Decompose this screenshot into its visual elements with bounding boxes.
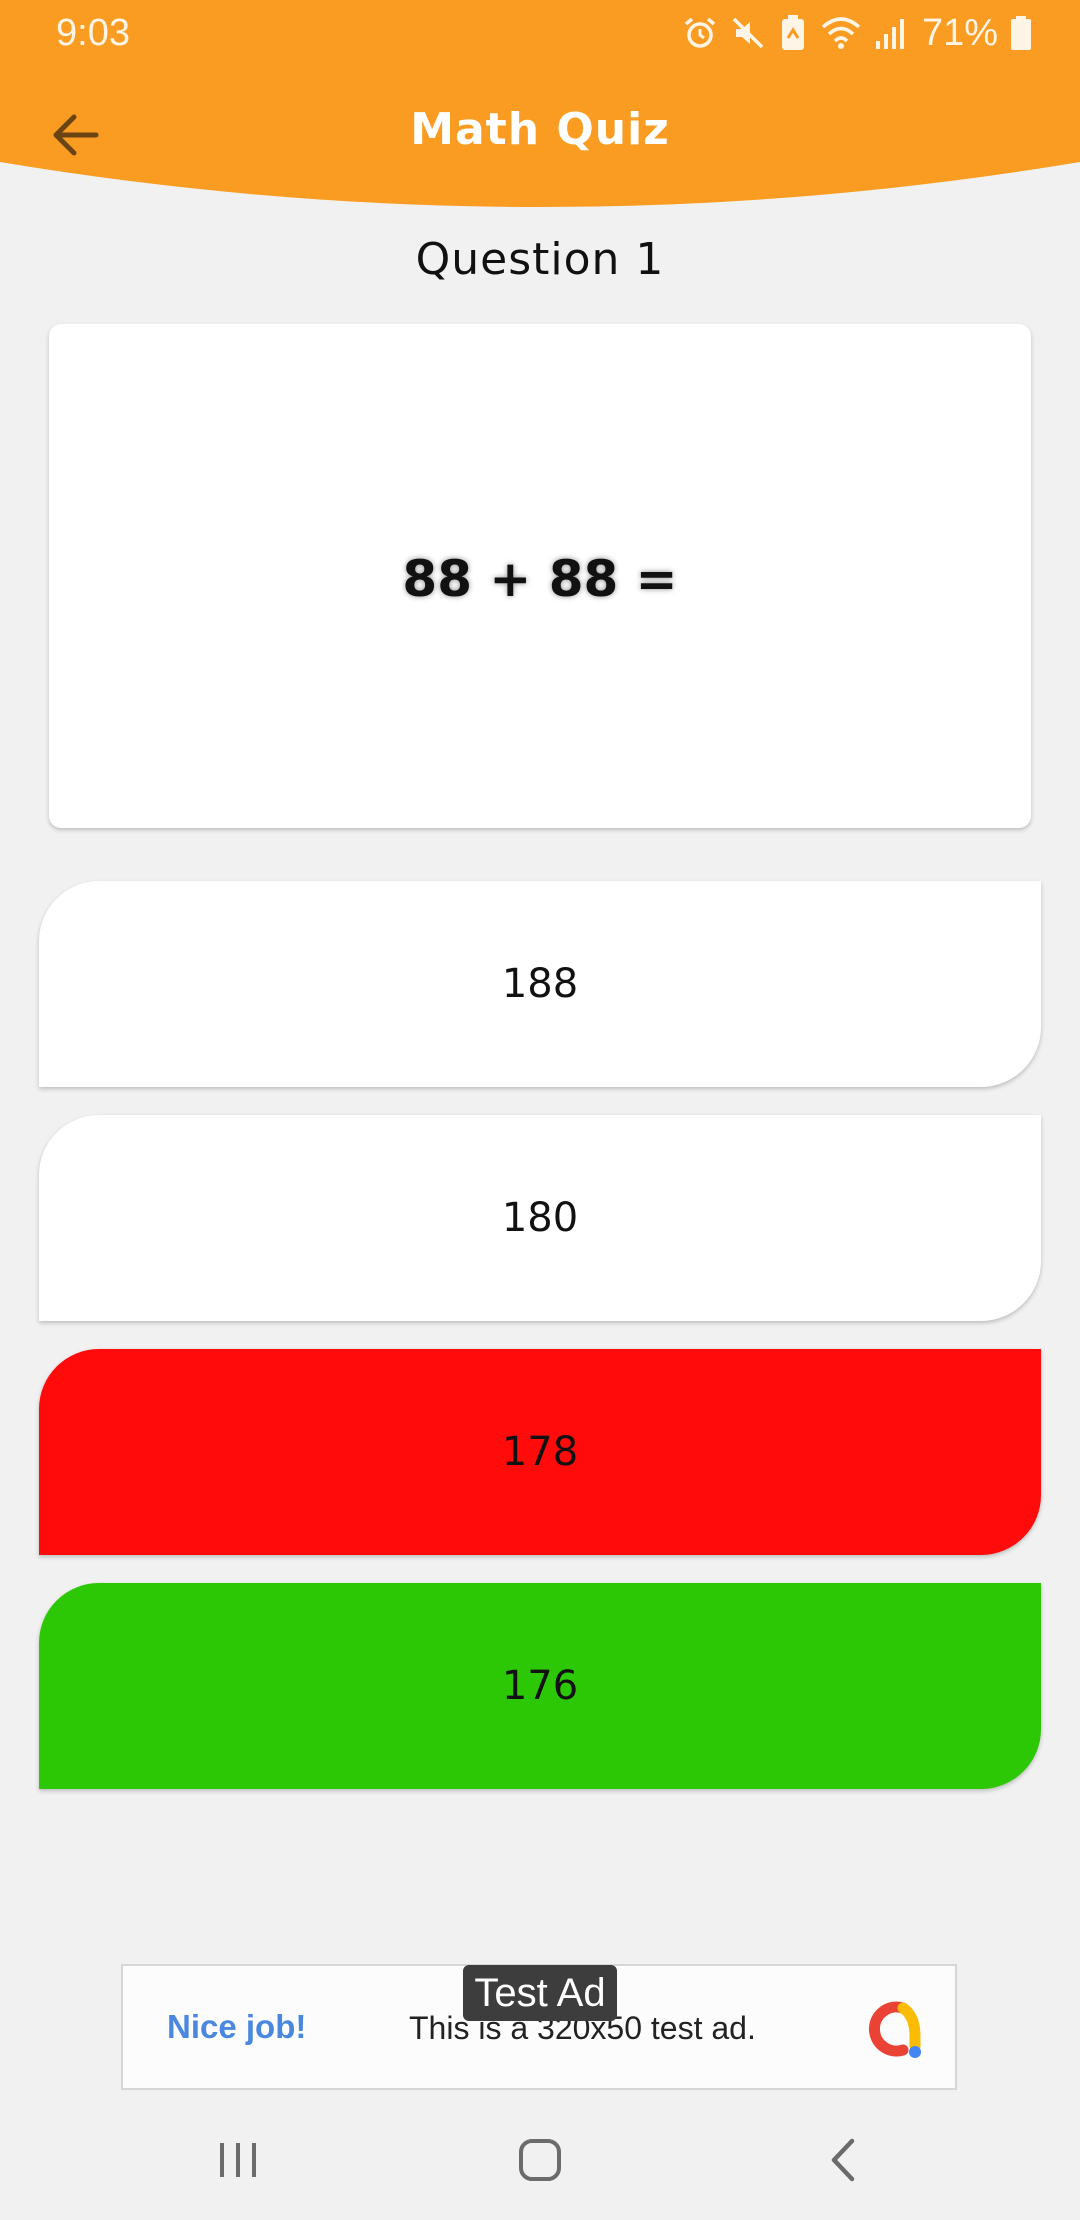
answer-label: 188	[501, 961, 579, 1007]
battery-icon	[1011, 16, 1031, 50]
answer-option-4-correct[interactable]: 176	[39, 1583, 1041, 1789]
answer-option-2[interactable]: 180	[39, 1115, 1041, 1321]
signal-icon	[875, 19, 904, 49]
navigation-bar	[0, 2100, 1080, 2220]
question-card: 88 + 88 =	[49, 324, 1031, 828]
status-bar: 9:03 71%	[0, 0, 1080, 66]
status-icons: 71%	[682, 12, 1032, 54]
mute-icon	[732, 17, 764, 49]
home-button[interactable]	[505, 2130, 575, 2190]
battery-level: 71%	[921, 12, 998, 54]
back-icon	[831, 2138, 855, 2182]
recent-apps-button[interactable]	[203, 2130, 273, 2190]
answer-option-3-wrong[interactable]: 178	[39, 1349, 1041, 1555]
nav-back-button[interactable]	[808, 2130, 878, 2190]
recent-apps-icon	[220, 2143, 256, 2177]
answer-label: 180	[501, 1195, 579, 1241]
test-ad-label: Test Ad	[463, 1965, 617, 2021]
answer-option-1[interactable]: 188	[39, 881, 1041, 1087]
status-time: 9:03	[56, 12, 130, 54]
answer-label: 176	[501, 1663, 579, 1709]
alarm-icon	[684, 17, 716, 48]
question-expression: 88 + 88 =	[402, 550, 678, 608]
home-icon	[519, 2139, 561, 2181]
ad-cta[interactable]: Nice job!	[167, 2008, 306, 2046]
wifi-icon	[821, 17, 861, 49]
answer-label: 178	[501, 1429, 579, 1475]
app-title: Math Quiz	[410, 104, 670, 155]
battery-saver-icon	[781, 15, 804, 50]
question-number: Question 1	[415, 234, 665, 285]
ad-logo-icon	[868, 2001, 921, 2058]
